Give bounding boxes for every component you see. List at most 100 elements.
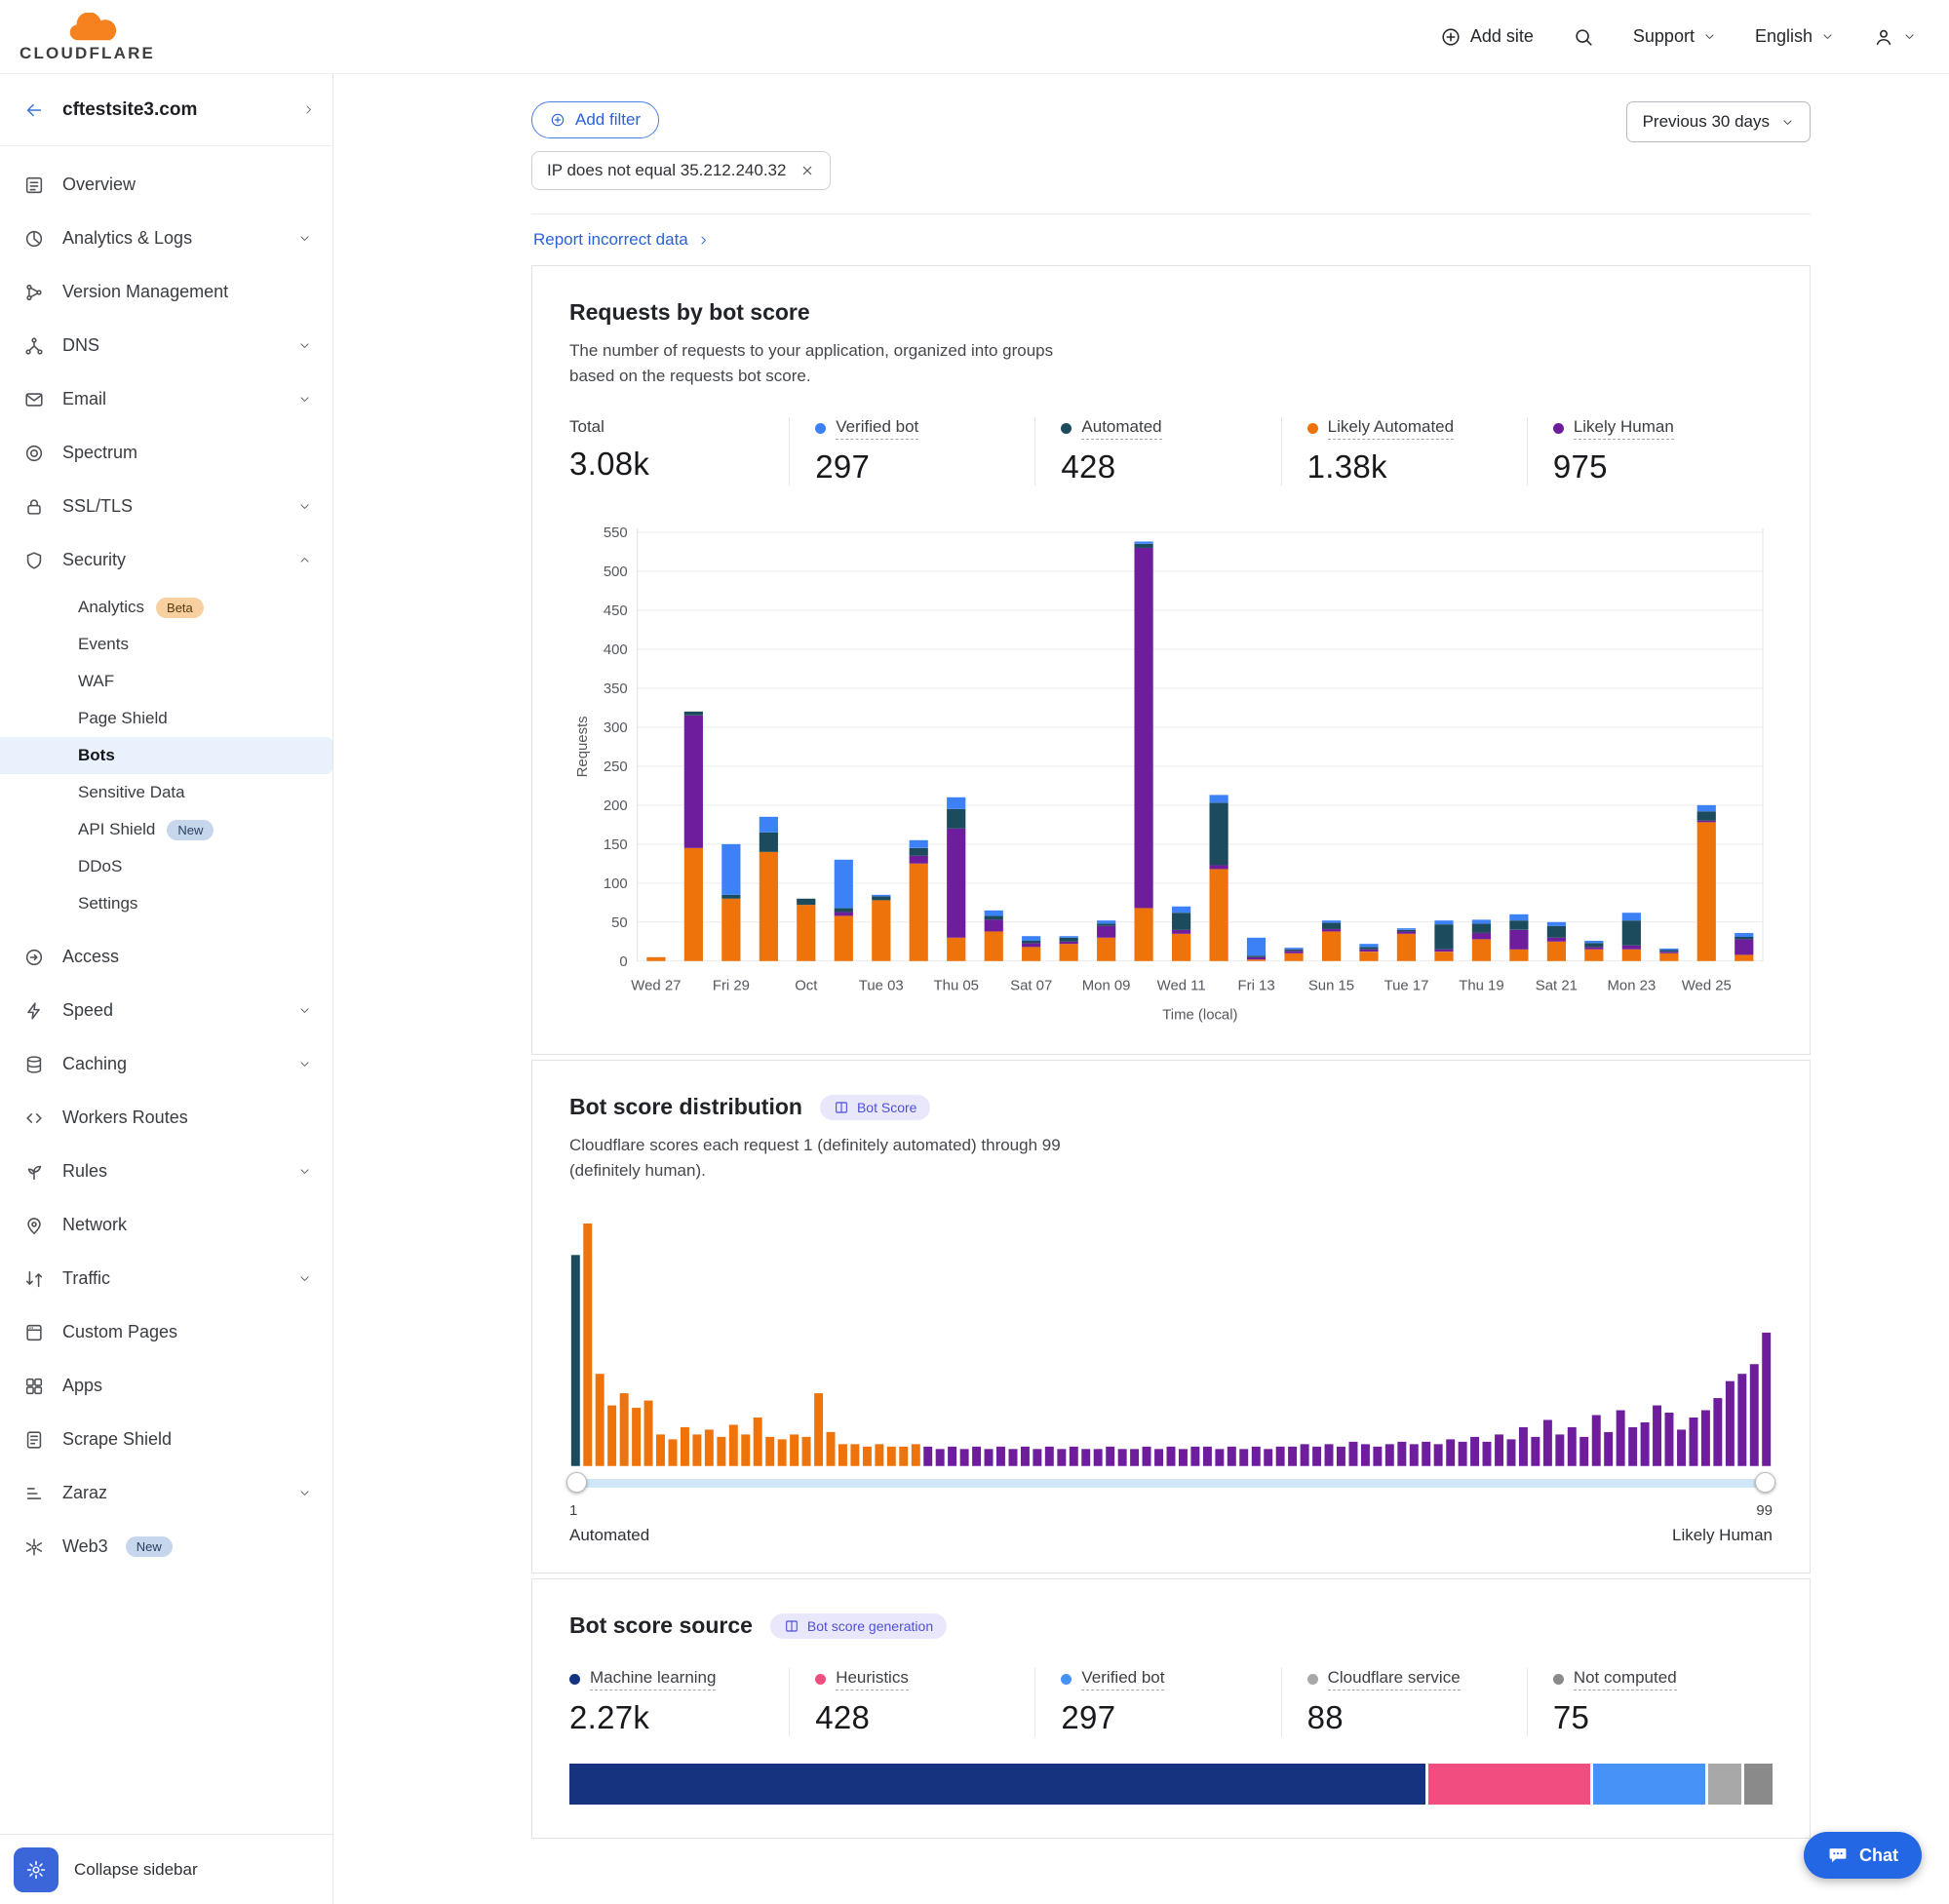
sidebar-subitem-label: DDoS [78, 857, 122, 876]
sidebar-item-version-management[interactable]: Version Management [0, 265, 332, 319]
chat-button[interactable]: Chat [1804, 1832, 1922, 1879]
add-site-button[interactable]: Add site [1440, 26, 1534, 48]
date-range-label: Previous 30 days [1643, 112, 1770, 132]
stat-value: 975 [1553, 448, 1773, 486]
chevron-right-icon [697, 234, 710, 247]
stat-label: Verified bot [1081, 1668, 1164, 1690]
stat-label: Verified bot [836, 417, 918, 440]
sidebar-subitem-sensitive-data[interactable]: Sensitive Data [0, 774, 332, 811]
sidebar-item-label: Spectrum [62, 443, 137, 463]
sidebar-subitem-waf[interactable]: WAF [0, 663, 332, 700]
svg-text:Wed 27: Wed 27 [631, 978, 681, 994]
stat-likely-automated: Likely Automated1.38k [1281, 417, 1527, 486]
sidebar-item-apps[interactable]: Apps [0, 1359, 332, 1413]
sidebar-item-caching[interactable]: Caching [0, 1037, 332, 1091]
sidebar-item-label: Version Management [62, 282, 228, 302]
bot-score-badge[interactable]: Bot Score [820, 1095, 930, 1120]
chevron-down-icon[interactable] [298, 1004, 311, 1017]
bot-score-source-card: Bot score source Bot score generation Ma… [531, 1578, 1811, 1839]
chevron-up-icon[interactable] [298, 554, 311, 566]
sidebar-item-access[interactable]: Access [0, 930, 332, 984]
sidebar-item-security[interactable]: Security [0, 533, 332, 587]
source-segment-not-computed [1744, 1764, 1773, 1805]
plus-circle-icon [550, 112, 565, 128]
chevron-down-icon[interactable] [298, 1272, 311, 1285]
svg-text:Tue 17: Tue 17 [1384, 978, 1429, 994]
sidebar-item-label: Speed [62, 1000, 113, 1021]
sidebar-subitem-bots[interactable]: Bots [0, 737, 332, 774]
chevron-down-icon[interactable] [298, 393, 311, 406]
sidebar-subitem-label: Analytics [78, 598, 144, 617]
sidebar-item-traffic[interactable]: Traffic [0, 1252, 332, 1305]
preferences-gear-button[interactable] [14, 1847, 58, 1892]
sidebar-item-scrape-shield[interactable]: Scrape Shield [0, 1413, 332, 1466]
sidebar-subitem-settings[interactable]: Settings [0, 885, 332, 922]
slider-max-value: 99 [1756, 1502, 1773, 1519]
bot-score-generation-badge[interactable]: Bot score generation [770, 1613, 947, 1639]
sidebar-item-spectrum[interactable]: Spectrum [0, 426, 332, 480]
chevron-down-icon[interactable] [298, 232, 311, 245]
sidebar-subitem-api-shield[interactable]: API ShieldNew [0, 811, 332, 848]
support-menu[interactable]: Support [1633, 26, 1716, 47]
svg-text:Wed 25: Wed 25 [1682, 978, 1732, 994]
collapse-sidebar-button[interactable]: Collapse sidebar [74, 1860, 198, 1880]
close-icon[interactable] [799, 163, 815, 178]
sidebar-subitem-label: Settings [78, 894, 137, 913]
slider-handle-min[interactable] [566, 1472, 587, 1493]
sidebar-subitem-label: API Shield [78, 820, 155, 839]
sidebar-subitem-ddos[interactable]: DDoS [0, 848, 332, 885]
main-content: Add filter IP does not equal 35.212.240.… [333, 74, 1949, 1904]
cloudflare-logo[interactable]: CLOUDFLARE [19, 13, 155, 61]
chat-label: Chat [1859, 1846, 1898, 1866]
slider-min-value: 1 [569, 1502, 577, 1519]
email-icon [23, 389, 45, 410]
sidebar-item-custom-pages[interactable]: Custom Pages [0, 1305, 332, 1359]
analytics-icon [23, 228, 45, 250]
sidebar-item-email[interactable]: Email [0, 372, 332, 426]
svg-text:Time (local): Time (local) [1162, 1006, 1237, 1023]
chevron-down-icon[interactable] [298, 500, 311, 513]
sidebar-item-zaraz[interactable]: Zaraz [0, 1466, 332, 1520]
sidebar-item-dns[interactable]: DNS [0, 319, 332, 372]
beta-badge: Beta [156, 598, 204, 618]
add-filter-button[interactable]: Add filter [531, 101, 659, 138]
sidebar-item-web3[interactable]: Web3New [0, 1520, 332, 1574]
source-segment-heuristics [1428, 1764, 1590, 1805]
sidebar-item-workers-routes[interactable]: Workers Routes [0, 1091, 332, 1145]
sidebar-subitem-events[interactable]: Events [0, 626, 332, 663]
chevron-down-icon[interactable] [298, 1487, 311, 1499]
chevron-down-icon[interactable] [298, 339, 311, 352]
legend-dot [1307, 1674, 1318, 1685]
sidebar-item-label: Web3 [62, 1536, 108, 1557]
svg-text:500: 500 [604, 563, 628, 580]
sidebar-item-overview[interactable]: Overview [0, 158, 332, 212]
report-incorrect-data-link[interactable]: Report incorrect data [533, 230, 688, 250]
chevron-right-icon[interactable] [302, 103, 315, 116]
sidebar-item-analytics-logs[interactable]: Analytics & Logs [0, 212, 332, 265]
stat-value: 88 [1307, 1699, 1527, 1736]
svg-text:450: 450 [604, 602, 628, 619]
chevron-down-icon[interactable] [298, 1058, 311, 1070]
sidebar-subitem-analytics[interactable]: Analytics Beta [0, 589, 332, 626]
back-arrow-icon[interactable] [23, 99, 45, 121]
slider-track[interactable] [569, 1479, 1773, 1488]
filter-chip[interactable]: IP does not equal 35.212.240.32 [531, 151, 831, 190]
sidebar-subitem-page-shield[interactable]: Page Shield [0, 700, 332, 737]
chevron-down-icon[interactable] [298, 1165, 311, 1178]
search-icon[interactable] [1573, 26, 1594, 48]
sidebar-item-ssl-tls[interactable]: SSL/TLS [0, 480, 332, 533]
language-menu[interactable]: English [1755, 26, 1834, 47]
legend-dot [1553, 1674, 1564, 1685]
account-menu[interactable] [1873, 26, 1916, 48]
sidebar-item-speed[interactable]: Speed [0, 984, 332, 1037]
chevron-down-icon [1781, 116, 1794, 129]
svg-text:350: 350 [604, 680, 628, 697]
gear-icon [25, 1859, 47, 1881]
chevron-down-icon [1703, 30, 1716, 43]
sidebar-item-network[interactable]: Network [0, 1198, 332, 1252]
sidebar-item-rules[interactable]: Rules [0, 1145, 332, 1198]
slider-min-caption: Automated [569, 1526, 649, 1545]
date-range-button[interactable]: Previous 30 days [1626, 101, 1811, 142]
slider-handle-max[interactable] [1755, 1472, 1775, 1493]
bot-score-distribution-card: Bot score distribution Bot Score Cloudfl… [531, 1060, 1811, 1574]
